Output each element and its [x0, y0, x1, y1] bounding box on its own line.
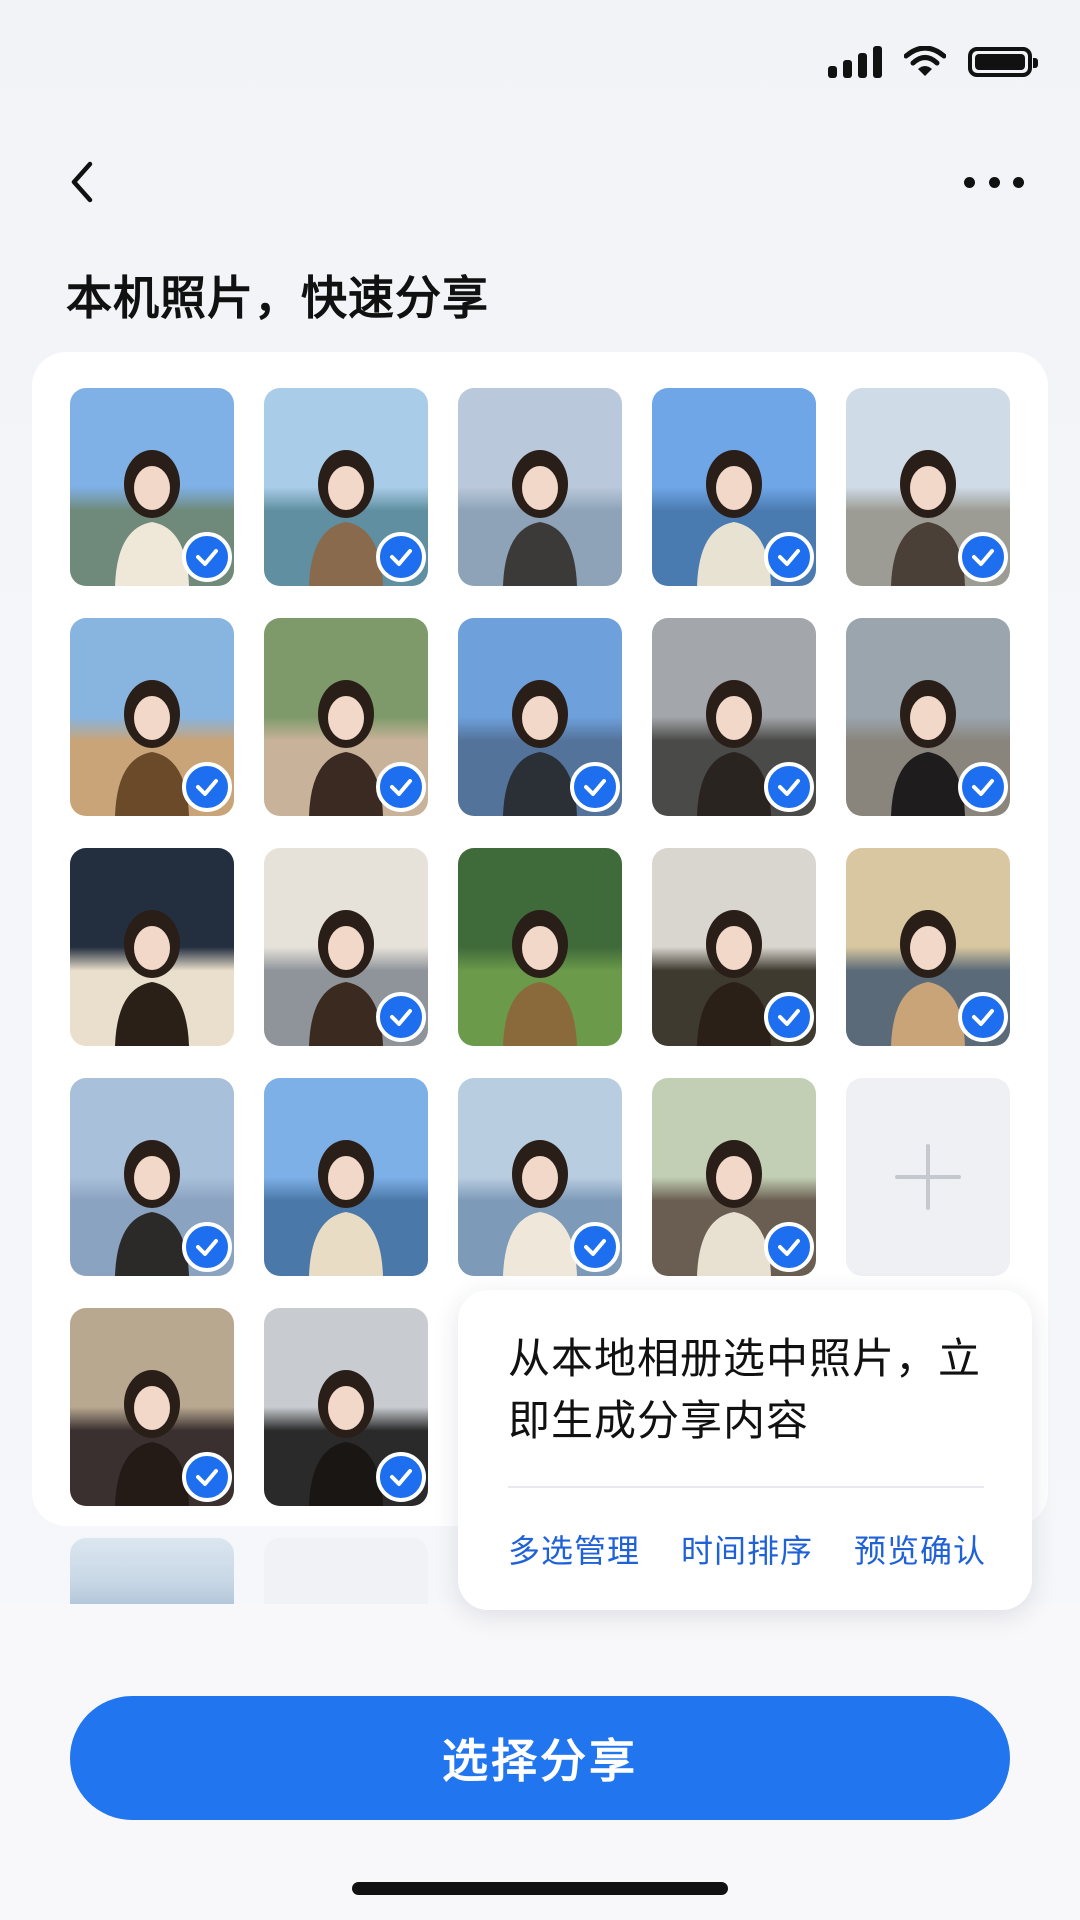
- select-share-button[interactable]: 选择分享: [70, 1696, 1010, 1820]
- more-options-button[interactable]: [964, 160, 1024, 204]
- photo-thumbnail[interactable]: [652, 618, 816, 816]
- tip-description: 从本地相册选中照片，立即生成分享内容: [508, 1334, 982, 1445]
- photo-thumbnail[interactable]: [264, 1308, 428, 1506]
- selected-check-icon[interactable]: [958, 762, 1008, 812]
- preview-confirm-link[interactable]: 预览确认: [854, 1526, 986, 1572]
- selected-check-icon[interactable]: [182, 762, 232, 812]
- status-bar: [828, 40, 1038, 84]
- tip-actions: 多选管理 时间排序 预览确认: [508, 1526, 986, 1572]
- selected-check-icon[interactable]: [764, 1222, 814, 1272]
- selected-check-icon[interactable]: [376, 992, 426, 1042]
- more-dots-icon: [964, 176, 975, 188]
- photo-subject: [503, 450, 577, 586]
- photo-thumbnail[interactable]: [458, 1078, 622, 1276]
- photo-thumbnail[interactable]: [264, 618, 428, 816]
- cellular-signal-icon: [828, 46, 882, 78]
- plus-icon: [895, 1144, 961, 1210]
- photo-thumbnail[interactable]: [458, 848, 622, 1046]
- photo-thumbnail[interactable]: [264, 1078, 428, 1276]
- selected-check-icon[interactable]: [764, 992, 814, 1042]
- battery-icon: [968, 47, 1038, 77]
- photo-thumbnail[interactable]: [652, 1078, 816, 1276]
- add-photo-button[interactable]: [846, 1078, 1010, 1276]
- selected-check-icon[interactable]: [570, 1222, 620, 1272]
- home-indicator: [352, 1882, 728, 1895]
- selected-check-icon[interactable]: [376, 1452, 426, 1502]
- photo-thumbnail[interactable]: [652, 848, 816, 1046]
- photo-thumbnail[interactable]: [458, 388, 622, 586]
- photo-thumbnail[interactable]: [652, 388, 816, 586]
- back-button[interactable]: [60, 160, 104, 204]
- feature-tip-card: 从本地相册选中照片，立即生成分享内容 多选管理 时间排序 预览确认: [458, 1290, 1032, 1610]
- selected-check-icon[interactable]: [376, 762, 426, 812]
- photo-thumbnail[interactable]: [70, 1538, 234, 1608]
- photo-subject: [115, 910, 189, 1046]
- photo-thumbnail[interactable]: [264, 848, 428, 1046]
- photo-subject: [309, 1140, 383, 1276]
- page-title: 本机照片，快速分享: [66, 271, 489, 325]
- selected-check-icon[interactable]: [182, 1222, 232, 1272]
- multi-select-manage-link[interactable]: 多选管理: [508, 1526, 640, 1572]
- selected-check-icon[interactable]: [764, 532, 814, 582]
- selected-check-icon[interactable]: [958, 992, 1008, 1042]
- photo-thumbnail[interactable]: [458, 618, 622, 816]
- photo-thumbnail[interactable]: [70, 388, 234, 586]
- photo-subject: [503, 910, 577, 1046]
- selected-check-icon[interactable]: [376, 532, 426, 582]
- photo-grid-overflow: [70, 1538, 428, 1608]
- photo-thumbnail[interactable]: [70, 848, 234, 1046]
- photo-thumbnail[interactable]: [264, 388, 428, 586]
- photo-thumbnail[interactable]: [846, 388, 1010, 586]
- photo-thumbnail[interactable]: [846, 618, 1010, 816]
- selected-check-icon[interactable]: [182, 1452, 232, 1502]
- photo-thumbnail[interactable]: [264, 1538, 428, 1608]
- divider: [508, 1486, 984, 1488]
- selected-check-icon[interactable]: [182, 532, 232, 582]
- chevron-left-icon: [71, 161, 93, 203]
- selected-check-icon[interactable]: [764, 762, 814, 812]
- photo-thumbnail[interactable]: [846, 848, 1010, 1046]
- sort-by-time-link[interactable]: 时间排序: [681, 1526, 813, 1572]
- wifi-icon: [904, 46, 946, 76]
- photo-thumbnail[interactable]: [70, 1078, 234, 1276]
- photo-thumbnail[interactable]: [70, 618, 234, 816]
- photo-thumbnail[interactable]: [70, 1308, 234, 1506]
- selected-check-icon[interactable]: [570, 762, 620, 812]
- selected-check-icon[interactable]: [958, 532, 1008, 582]
